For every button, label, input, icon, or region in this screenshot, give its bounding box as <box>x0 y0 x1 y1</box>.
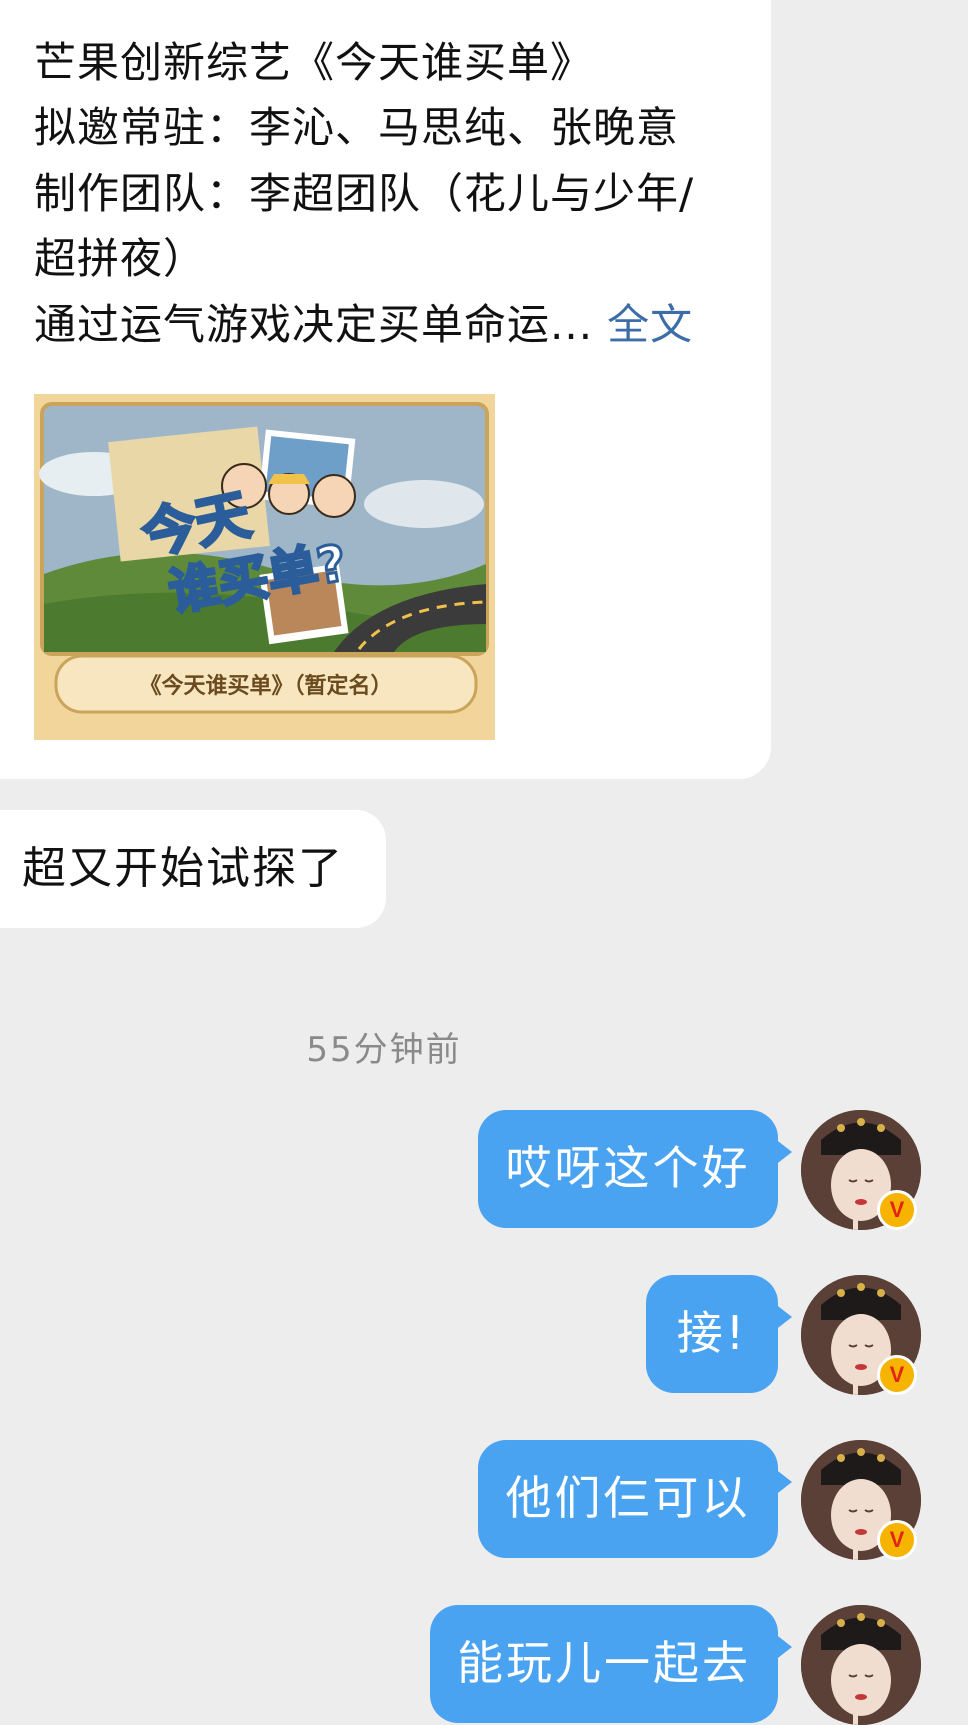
incoming-post-bubble[interactable]: 芒果创新综艺《今天谁买单》 拟邀常驻：李沁、马思纯、张晚意 制作团队：李超团队（… <box>0 0 771 779</box>
post-summary-text: 通过运气游戏决定买单命运... <box>34 300 594 349</box>
outgoing-message-text: 接! <box>676 1306 748 1360</box>
incoming-comment-text: 超又开始试探了 <box>22 843 344 894</box>
post-title-line: 芒果创新综艺《今天谁买单》 <box>34 38 594 87</box>
outgoing-message-bubble[interactable]: 接! <box>646 1275 792 1393</box>
user-avatar[interactable] <box>801 1605 921 1725</box>
verified-badge-icon: V <box>877 1355 917 1395</box>
post-team-line: 制作团队：李超团队（花儿与少年/ <box>34 169 695 218</box>
post-team-line-cont: 超拼夜） <box>34 234 207 283</box>
verified-badge-icon: V <box>877 1190 917 1230</box>
outgoing-message-bubble[interactable]: 他们仨可以 <box>478 1440 792 1558</box>
full-text-link[interactable]: 全文 <box>607 300 693 349</box>
verified-badge-icon: V <box>877 1520 917 1560</box>
poster-caption: 《今天谁买单》（暂定名） <box>139 673 392 699</box>
outgoing-message-text: 能玩儿一起去 <box>457 1636 751 1690</box>
message-timestamp: 55分钟前 <box>306 1030 462 1070</box>
post-poster-image[interactable]: 今天 谁买单? 《今天谁买单》（暂定名） <box>34 394 495 740</box>
post-summary-line: 通过运气游戏决定买单命运... 全文 <box>34 300 693 350</box>
outgoing-message-text: 哎呀这个好 <box>505 1141 751 1195</box>
outgoing-message-bubble[interactable]: 能玩儿一起去 <box>430 1605 792 1723</box>
outgoing-message-bubble[interactable]: 哎呀这个好 <box>478 1110 792 1228</box>
outgoing-message-text: 他们仨可以 <box>505 1471 751 1525</box>
post-cast-line: 拟邀常驻：李沁、马思纯、张晚意 <box>34 103 680 152</box>
incoming-comment-bubble[interactable]: 超又开始试探了 <box>0 810 386 928</box>
